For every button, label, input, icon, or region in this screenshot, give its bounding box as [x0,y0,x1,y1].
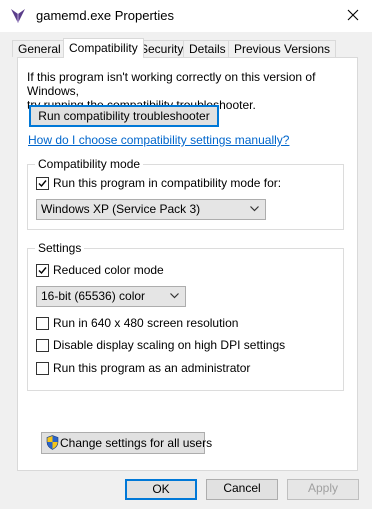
tab-details[interactable]: Details [183,40,232,57]
checkbox-box [36,362,49,375]
reduced-color-label: Reduced color mode [53,263,164,277]
chevron-down-icon [250,206,259,212]
change-settings-all-users-button[interactable]: Change settings for all users [41,432,212,454]
settings-group: Settings Reduced color mode 16-bit (6553… [27,241,344,391]
checkbox-box [36,177,49,190]
close-icon [347,9,359,21]
uac-shield-icon [46,435,59,450]
compatibility-panel: If this program isn't working correctly … [17,57,358,471]
checkmark-icon [38,180,47,188]
checkbox-box [36,339,49,352]
os-version-select[interactable]: Windows XP (Service Pack 3) [36,199,266,220]
apply-button[interactable]: Apply [287,479,359,500]
app-icon [9,7,27,25]
disable-dpi-scaling-label: Disable display scaling on high DPI sett… [53,338,286,352]
tab-compatibility[interactable]: Compatibility [63,38,144,58]
help-link[interactable]: How do I choose compatibility settings m… [28,133,289,147]
background-strip [372,0,376,509]
run-as-admin-label: Run this program as an administrator [53,361,251,375]
properties-dialog: gamemd.exe Properties General Compatibil… [0,0,373,509]
intro-line-1: If this program isn't working correctly … [27,70,316,98]
color-depth-select[interactable]: 16-bit (65536) color [36,286,186,307]
tab-previous-versions[interactable]: Previous Versions [228,40,337,57]
compatibility-mode-label: Compatibility mode [35,157,144,171]
os-version-value: Windows XP (Service Pack 3) [41,202,201,216]
title-bar: gamemd.exe Properties [0,0,372,32]
checkbox-box [36,317,49,330]
chevron-down-icon [170,293,179,299]
compat-mode-checkbox-label: Run this program in compatibility mode f… [53,176,282,190]
compatibility-mode-group: Compatibility mode Run this program in c… [27,157,344,230]
cancel-button[interactable]: Cancel [206,479,278,500]
color-depth-value: 16-bit (65536) color [41,289,146,303]
checkmark-icon [38,267,47,275]
close-button[interactable] [338,1,368,29]
checkbox-box [36,264,49,277]
settings-label: Settings [35,241,85,255]
window-title: gamemd.exe Properties [36,8,175,23]
tab-general[interactable]: General [12,40,67,57]
run-troubleshooter-button[interactable]: Run compatibility troubleshooter [29,105,219,127]
change-settings-all-users-label: Change settings for all users [60,436,213,450]
ok-button[interactable]: OK [125,479,197,500]
resolution-640-label: Run in 640 x 480 screen resolution [53,316,239,330]
